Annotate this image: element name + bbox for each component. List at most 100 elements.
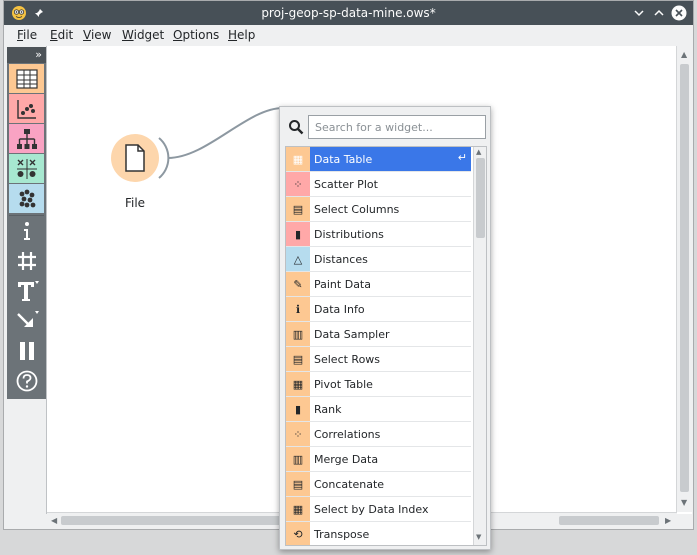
evaluate-category-button[interactable] <box>9 154 44 183</box>
scroll-left-icon[interactable]: ◀ <box>51 516 57 525</box>
distributions-icon: ▮ <box>286 222 310 246</box>
model-category-button[interactable] <box>9 124 44 153</box>
canvas-vertical-scrollbar[interactable]: ▲ ▼ <box>676 46 692 512</box>
menu-bar: File Edit View Widget Options Help <box>4 25 693 46</box>
list-item-label: Concatenate <box>314 477 385 491</box>
list-item[interactable]: ▤ Concatenate <box>286 472 471 497</box>
text-annotation-tool-button[interactable] <box>9 276 44 305</box>
rank-icon: ▮ <box>286 397 310 421</box>
vertical-scroll-thumb[interactable] <box>680 64 689 492</box>
data-sampler-icon: ▥ <box>286 322 310 346</box>
grid-icon <box>17 251 36 270</box>
distances-icon: △ <box>286 247 310 271</box>
help-icon <box>16 370 37 391</box>
list-item-label: Merge Data <box>314 452 379 466</box>
pause-tool-button[interactable] <box>9 336 44 365</box>
scroll-right-icon[interactable]: ▶ <box>665 516 671 525</box>
unsupervised-category-button[interactable] <box>9 184 44 213</box>
list-item-label: Data Table <box>314 152 373 166</box>
list-item-label: Distributions <box>314 227 384 241</box>
pivot-table-icon: ▦ <box>286 372 310 396</box>
list-item-label: Pivot Table <box>314 377 373 391</box>
list-item-label: Paint Data <box>314 277 371 291</box>
menu-file[interactable]: File <box>17 25 37 46</box>
visualize-icon <box>16 99 36 119</box>
text-annotation-icon <box>17 280 39 301</box>
list-item[interactable]: ▦ Data Table ↵ <box>286 147 471 172</box>
menu-edit[interactable]: Edit <box>50 25 73 46</box>
menu-view[interactable]: View <box>83 25 111 46</box>
list-item-label: Data Info <box>314 302 365 316</box>
list-item[interactable]: ▥ Merge Data <box>286 447 471 472</box>
horizontal-scroll-thumb-left[interactable] <box>61 516 281 525</box>
help-tool-button[interactable] <box>9 366 44 395</box>
list-item[interactable]: ✎ Paint Data <box>286 272 471 297</box>
list-item[interactable]: △ Distances <box>286 247 471 272</box>
widget-list: ▦ Data Table ↵ ⁘ Scatter Plot ▤ Select Columns… <box>285 146 487 546</box>
list-item[interactable]: ▮ Distributions <box>286 222 471 247</box>
list-item[interactable]: ▤ Select Columns <box>286 197 471 222</box>
list-item-label: Select Columns <box>314 202 400 216</box>
concatenate-icon: ▤ <box>286 472 310 496</box>
menu-options[interactable]: Options <box>173 25 219 46</box>
correlations-icon: ⁘ <box>286 422 310 446</box>
list-item-label: Transpose <box>314 527 370 541</box>
file-node-label: File <box>124 196 146 210</box>
model-icon <box>16 128 37 149</box>
search-icon <box>286 117 306 137</box>
select-columns-icon: ▤ <box>286 197 310 221</box>
list-item-label: Scatter Plot <box>314 177 378 191</box>
scroll-down-icon[interactable]: ▼ <box>681 498 687 507</box>
enter-key-icon: ↵ <box>457 151 467 164</box>
arrow-annotation-tool-button[interactable] <box>9 306 44 335</box>
list-scroll-down-icon[interactable]: ▼ <box>476 533 481 541</box>
list-item[interactable]: ▥ Data Sampler <box>286 322 471 347</box>
data-category-button[interactable] <box>9 64 44 93</box>
data-icon <box>15 68 38 89</box>
minimize-icon[interactable] <box>630 4 648 22</box>
paint-data-icon: ✎ <box>286 272 310 296</box>
horizontal-scroll-thumb[interactable] <box>559 516 659 525</box>
select-rows-icon: ▤ <box>286 347 310 371</box>
menu-help[interactable]: Help <box>228 25 255 46</box>
list-item-label: Data Sampler <box>314 327 390 341</box>
list-item[interactable]: ℹ Data Info <box>286 297 471 322</box>
list-item[interactable]: ⟲ Transpose <box>286 522 471 545</box>
data-table-icon: ▦ <box>286 147 310 171</box>
list-item[interactable]: ▤ Select Rows <box>286 347 471 372</box>
list-scroll-up-icon[interactable]: ▲ <box>476 148 481 156</box>
toolbox-expand-button[interactable]: » <box>7 47 46 63</box>
merge-data-icon: ▥ <box>286 447 310 471</box>
search-input[interactable] <box>309 116 485 138</box>
list-item[interactable]: ▦ Select by Data Index <box>286 497 471 522</box>
grid-tool-button[interactable] <box>9 246 44 275</box>
search-field[interactable] <box>308 115 486 139</box>
info-tool-button[interactable] <box>9 216 44 245</box>
maximize-icon[interactable] <box>650 4 668 22</box>
file-widget-node[interactable] <box>111 134 159 182</box>
list-item[interactable]: ⁘ Scatter Plot <box>286 172 471 197</box>
widget-search-popup: ▦ Data Table ↵ ⁘ Scatter Plot ▤ Select Columns… <box>279 106 491 550</box>
list-scroll-thumb[interactable] <box>476 158 485 238</box>
menu-widget[interactable]: Widget <box>122 25 164 46</box>
close-icon[interactable] <box>670 4 688 22</box>
arrow-annotation-icon <box>16 310 39 327</box>
list-item[interactable]: ▦ Pivot Table <box>286 372 471 397</box>
file-icon <box>125 144 145 172</box>
widget-toolbox: » <box>7 47 46 399</box>
unsupervised-icon <box>19 189 35 207</box>
list-item-label: Correlations <box>314 427 381 441</box>
scatter-plot-icon: ⁘ <box>286 172 310 196</box>
visualize-category-button[interactable] <box>9 94 44 123</box>
scroll-up-icon[interactable]: ▲ <box>681 50 687 59</box>
info-icon <box>23 221 30 240</box>
list-item[interactable]: ▮ Rank <box>286 397 471 422</box>
list-item[interactable]: ⁘ Correlations <box>286 422 471 447</box>
transpose-icon: ⟲ <box>286 522 310 545</box>
list-item-label: Select by Data Index <box>314 502 429 516</box>
list-item-label: Distances <box>314 252 368 266</box>
window-title: proj-geop-sp-data-mine.ows* <box>261 6 436 20</box>
evaluate-icon <box>16 158 37 179</box>
widget-list-scrollbar[interactable]: ▲ ▼ <box>473 147 486 545</box>
select-by-data-index-icon: ▦ <box>286 497 310 521</box>
